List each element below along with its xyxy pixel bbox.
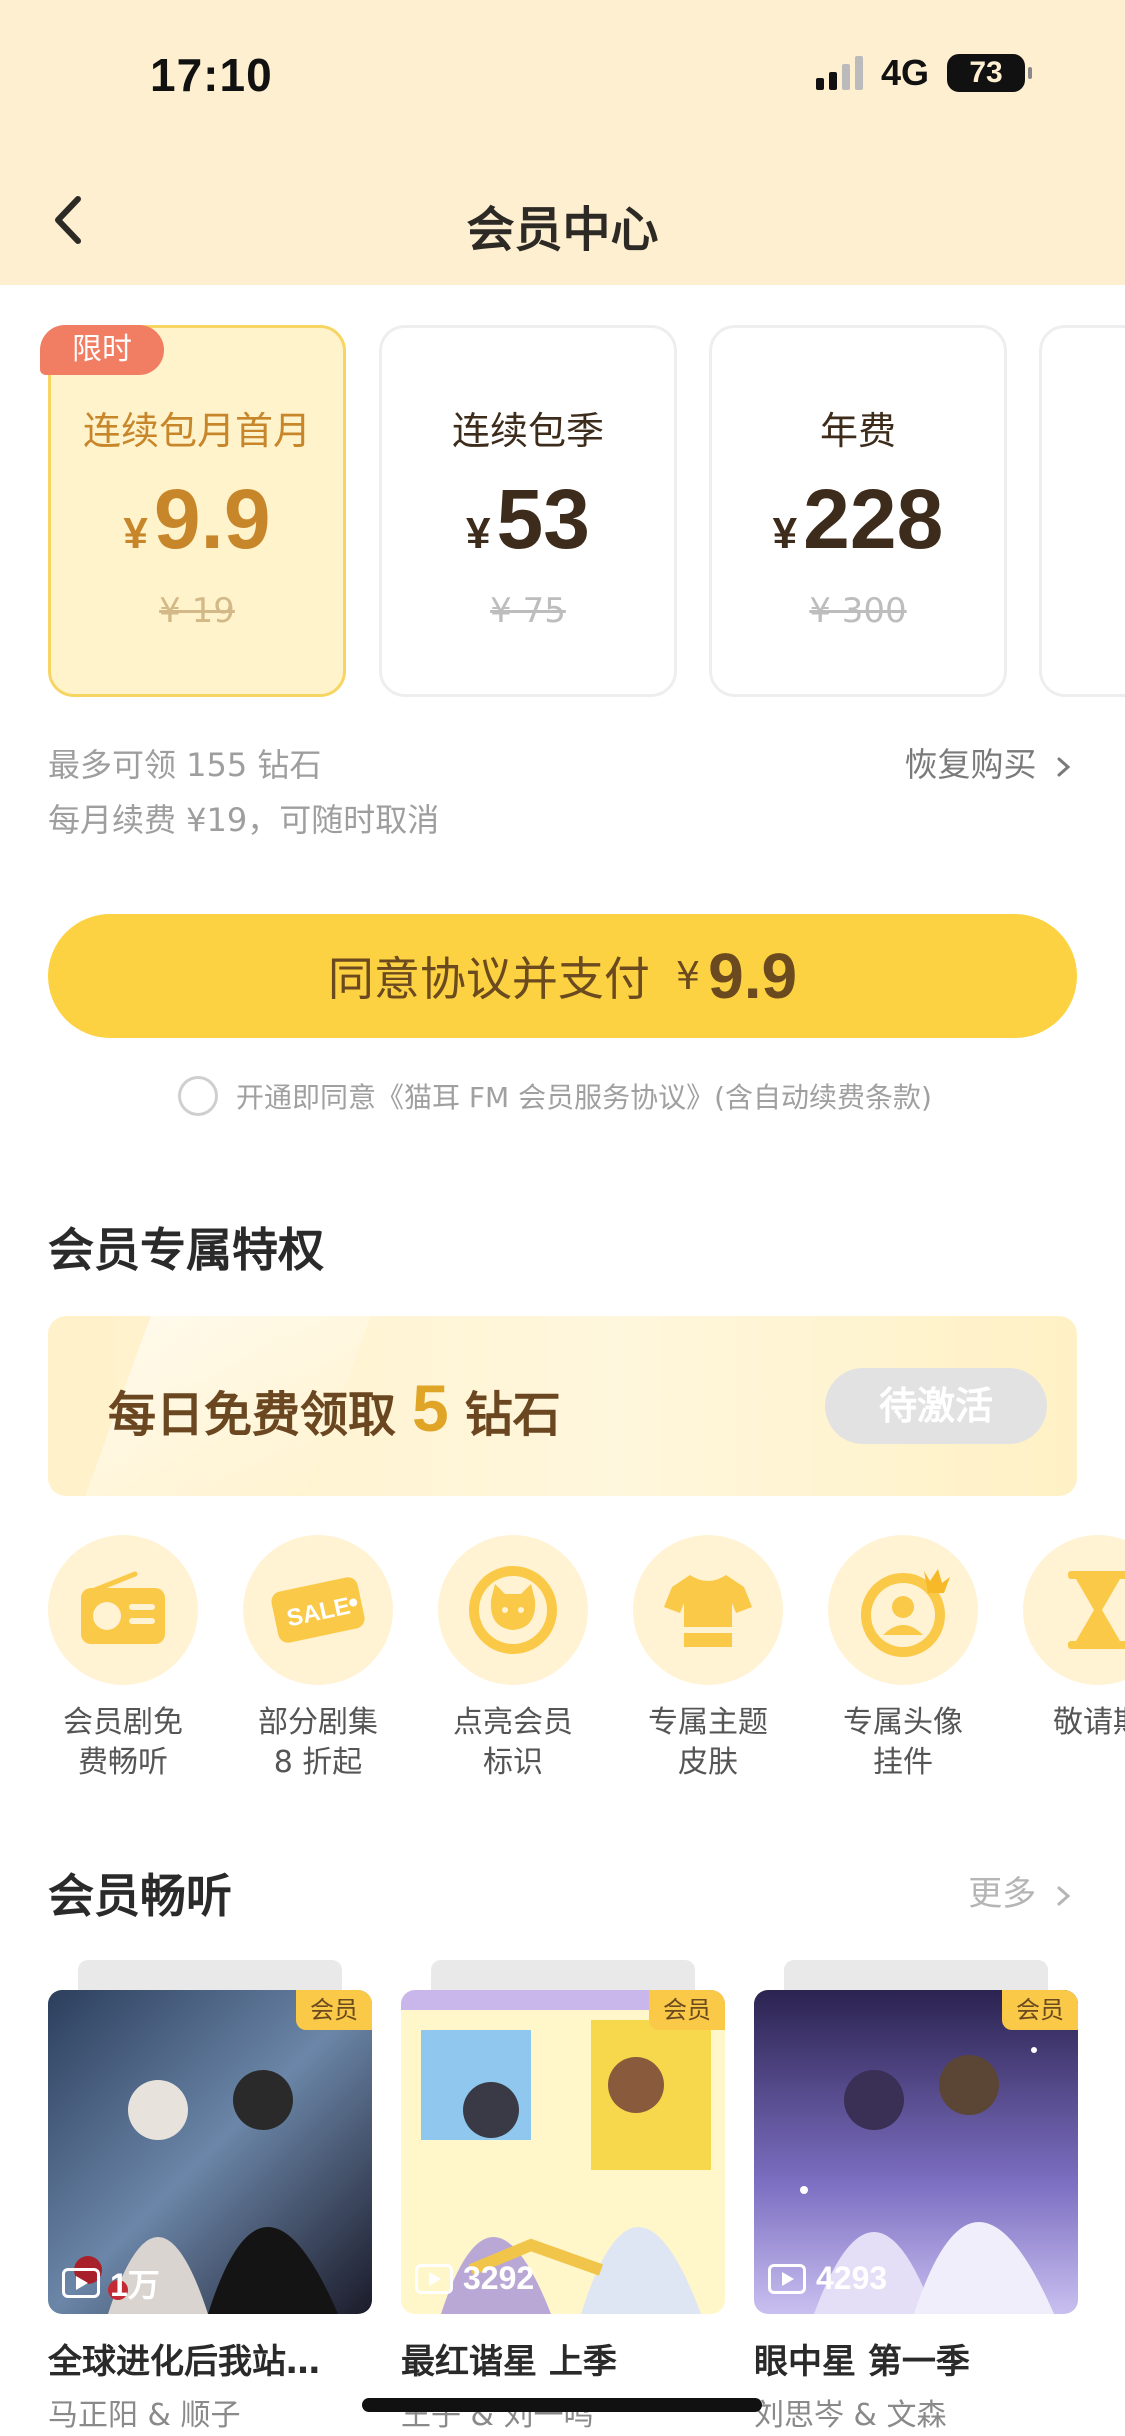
play-count: 4293 xyxy=(768,2260,887,2297)
plan-price: ¥53 xyxy=(466,472,590,566)
restore-purchase-link[interactable]: 恢复购买 xyxy=(905,738,1076,786)
activate-status-button[interactable]: 待激活 xyxy=(825,1368,1047,1444)
banner-text: 每日免费领取 5 钻石 xyxy=(108,1371,561,1445)
page-title: 会员中心 xyxy=(466,202,659,258)
sale-tag-icon: SALE xyxy=(243,1535,393,1685)
network-type: 4G xyxy=(880,52,929,93)
plan-original-price: ¥ 75 xyxy=(490,591,566,631)
avatar-crown-icon xyxy=(828,1535,978,1685)
renew-info: 每月续费 ¥19，可随时取消 xyxy=(48,801,440,839)
plan-list: 连续包月首月 ¥9.9 ¥ 19 连续包季 ¥53 ¥ 75 年费 ¥228 ¥… xyxy=(0,325,1125,700)
drama-authors: 刘思岑 & 文森 xyxy=(754,2398,947,2433)
plan-name: 连续包季 xyxy=(451,409,604,453)
radio-icon xyxy=(48,1535,198,1685)
plan-card-yearly[interactable]: 年费 ¥228 ¥ 300 xyxy=(709,325,1007,697)
drama-title: 眼中星 第一季 xyxy=(754,2342,970,2382)
hourglass-icon xyxy=(1023,1535,1125,1685)
plan-card-partial[interactable] xyxy=(1039,325,1125,697)
chevron-right-icon xyxy=(1057,757,1071,776)
plan-original-price: ¥ 300 xyxy=(809,591,907,631)
privilege-free-listen[interactable]: 会员剧免 费畅听 xyxy=(33,1535,213,1783)
privilege-theme[interactable]: 专属主题 皮肤 xyxy=(618,1535,798,1783)
drama-title: 全球进化后我站… xyxy=(48,2342,320,2382)
agreement-text[interactable]: 开通即同意《猫耳 FM 会员服务协议》(含自动续费条款) xyxy=(236,1076,932,1116)
plan-price: ¥9.9 xyxy=(123,472,271,566)
play-count: 1万 xyxy=(62,2260,160,2306)
vip-drama-list: 会员 1万 全球进化后我站… 马正阳 & 顺子 会员 3292 最红谐星 上季 … xyxy=(0,1960,1125,2436)
agreement-checkbox[interactable] xyxy=(178,1076,218,1116)
status-time: 17:10 xyxy=(150,49,273,101)
vip-badge: 会员 xyxy=(649,1990,725,2030)
cover-stack xyxy=(431,1960,695,1990)
vip-listen-title: 会员畅听 xyxy=(48,1869,232,1923)
plan-original-price: ¥ 19 xyxy=(159,591,235,631)
more-link[interactable]: 更多 xyxy=(968,1866,1075,1915)
vip-badge: 会员 xyxy=(296,1990,372,2030)
play-count: 3292 xyxy=(415,2260,534,2297)
plan-name: 连续包月首月 xyxy=(82,409,311,453)
plan-card-quarterly[interactable]: 连续包季 ¥53 ¥ 75 xyxy=(379,325,677,697)
signal-icon xyxy=(815,56,863,90)
tshirt-icon xyxy=(633,1535,783,1685)
plan-name: 年费 xyxy=(819,409,896,453)
home-indicator[interactable] xyxy=(362,2398,762,2412)
privilege-list: 会员剧免 费畅听 SALE 部分剧集 8 折起 点亮会员 标识 专属主题 皮肤 专属头像… xyxy=(0,1535,1125,1795)
cover-stack xyxy=(78,1960,342,1990)
agreement-row: 开通即同意《猫耳 FM 会员服务协议》(含自动续费条款) xyxy=(178,1076,932,1116)
pay-button[interactable]: 同意协议并支付 ¥ 9.9 xyxy=(48,914,1077,1038)
play-icon xyxy=(415,2263,453,2294)
privilege-avatar-frame[interactable]: 专属头像 挂件 xyxy=(813,1535,993,1783)
play-icon xyxy=(768,2263,806,2294)
drama-authors: 王子 & 刘一鸣 xyxy=(401,2398,594,2433)
privilege-coming-soon[interactable]: 敬请期 xyxy=(1008,1535,1125,1743)
pay-amount: 9.9 xyxy=(708,940,798,1012)
plan-price: ¥228 xyxy=(772,472,944,566)
cat-badge-icon xyxy=(438,1535,588,1685)
limited-time-badge: 限时 xyxy=(40,325,164,375)
restore-label: 恢复购买 xyxy=(904,745,1037,784)
drama-title: 最红谐星 上季 xyxy=(401,2342,617,2382)
privilege-discount[interactable]: SALE 部分剧集 8 折起 xyxy=(228,1535,408,1783)
status-indicators: 4G 73 xyxy=(815,52,1032,94)
plan-card-monthly[interactable]: 连续包月首月 ¥9.9 ¥ 19 xyxy=(48,325,346,697)
pay-button-label: 同意协议并支付 xyxy=(327,952,650,1006)
privileges-title: 会员专属特权 xyxy=(48,1223,324,1277)
chevron-right-icon xyxy=(1057,1886,1071,1905)
battery-icon: 73 xyxy=(947,54,1032,92)
diamonds-info: 最多可领 155 钻石 xyxy=(48,746,322,784)
privilege-badge[interactable]: 点亮会员 标识 xyxy=(423,1535,603,1783)
cover-stack xyxy=(784,1960,1048,1990)
drama-authors: 马正阳 & 顺子 xyxy=(48,2398,241,2433)
play-icon xyxy=(62,2268,100,2298)
more-label: 更多 xyxy=(968,1874,1037,1914)
vip-badge: 会员 xyxy=(1002,1990,1078,2030)
pay-currency: ¥ xyxy=(675,954,701,998)
daily-diamond-banner: 每日免费领取 5 钻石 待激活 xyxy=(48,1316,1077,1496)
